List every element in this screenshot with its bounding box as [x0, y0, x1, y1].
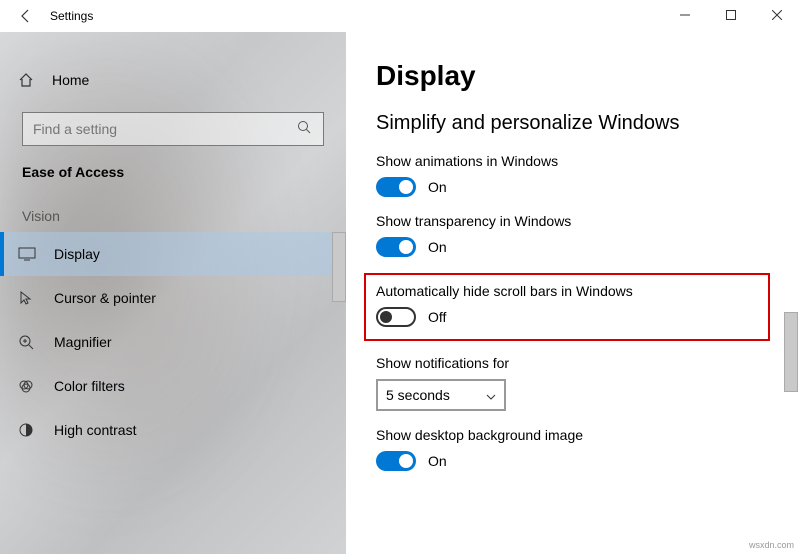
sidebar-scrollbar[interactable] [332, 232, 346, 302]
search-icon [297, 120, 313, 139]
back-button[interactable] [12, 2, 40, 30]
setting-label: Show desktop background image [376, 427, 780, 443]
chevron-down-icon [486, 387, 496, 403]
setting-notifications: Show notifications for 5 seconds [376, 355, 780, 411]
notifications-select[interactable]: 5 seconds [376, 379, 506, 411]
titlebar: Settings [0, 0, 800, 32]
setting-transparency: Show transparency in Windows On [376, 213, 780, 257]
sidebar: Home Ease of Access Vision Display Curso… [0, 32, 346, 554]
nav-item-label: Display [54, 246, 100, 262]
nav-item-cursor[interactable]: Cursor & pointer [0, 276, 346, 320]
toggle-hide-scrollbars[interactable] [376, 307, 416, 327]
nav-item-label: High contrast [54, 422, 136, 438]
nav-item-label: Color filters [54, 378, 125, 394]
search-input[interactable] [33, 121, 297, 137]
toggle-state: On [428, 453, 447, 469]
setting-desktop-bg: Show desktop background image On [376, 427, 780, 471]
cursor-icon [18, 290, 40, 306]
close-button[interactable] [754, 0, 800, 30]
setting-label: Show transparency in Windows [376, 213, 780, 229]
page-title: Display [376, 60, 780, 92]
category-heading: Ease of Access [0, 146, 346, 180]
nav-item-magnifier[interactable]: Magnifier [0, 320, 346, 364]
toggle-state: On [428, 179, 447, 195]
page-subtitle: Simplify and personalize Windows [376, 112, 780, 135]
color-filters-icon [18, 378, 40, 394]
toggle-state: On [428, 239, 447, 255]
setting-label: Show animations in Windows [376, 153, 780, 169]
maximize-button[interactable] [708, 0, 754, 30]
group-label: Vision [0, 180, 346, 232]
nav-list: Display Cursor & pointer Magnifier Color… [0, 232, 346, 452]
setting-label: Automatically hide scroll bars in Window… [376, 283, 758, 299]
nav-item-high-contrast[interactable]: High contrast [0, 408, 346, 452]
nav-item-color-filters[interactable]: Color filters [0, 364, 346, 408]
minimize-button[interactable] [662, 0, 708, 30]
setting-animations: Show animations in Windows On [376, 153, 780, 197]
home-label: Home [52, 72, 89, 88]
nav-item-display[interactable]: Display [0, 232, 346, 276]
high-contrast-icon [18, 422, 40, 438]
watermark: wsxdn.com [749, 540, 794, 550]
search-box[interactable] [22, 112, 324, 146]
highlighted-setting: Automatically hide scroll bars in Window… [364, 273, 770, 341]
content-pane: Display Simplify and personalize Windows… [346, 32, 800, 554]
toggle-desktop-bg[interactable] [376, 451, 416, 471]
display-icon [18, 247, 40, 261]
setting-hide-scrollbars: Automatically hide scroll bars in Window… [376, 283, 758, 327]
setting-label: Show notifications for [376, 355, 780, 371]
select-value: 5 seconds [386, 387, 450, 403]
home-nav[interactable]: Home [0, 60, 346, 100]
nav-item-label: Magnifier [54, 334, 112, 350]
toggle-transparency[interactable] [376, 237, 416, 257]
magnifier-icon [18, 334, 40, 350]
toggle-state: Off [428, 309, 446, 325]
nav-item-label: Cursor & pointer [54, 290, 156, 306]
toggle-animations[interactable] [376, 177, 416, 197]
content-scrollbar[interactable] [784, 312, 798, 392]
window-title: Settings [50, 9, 93, 23]
window-controls [662, 0, 800, 30]
home-icon [18, 72, 38, 88]
